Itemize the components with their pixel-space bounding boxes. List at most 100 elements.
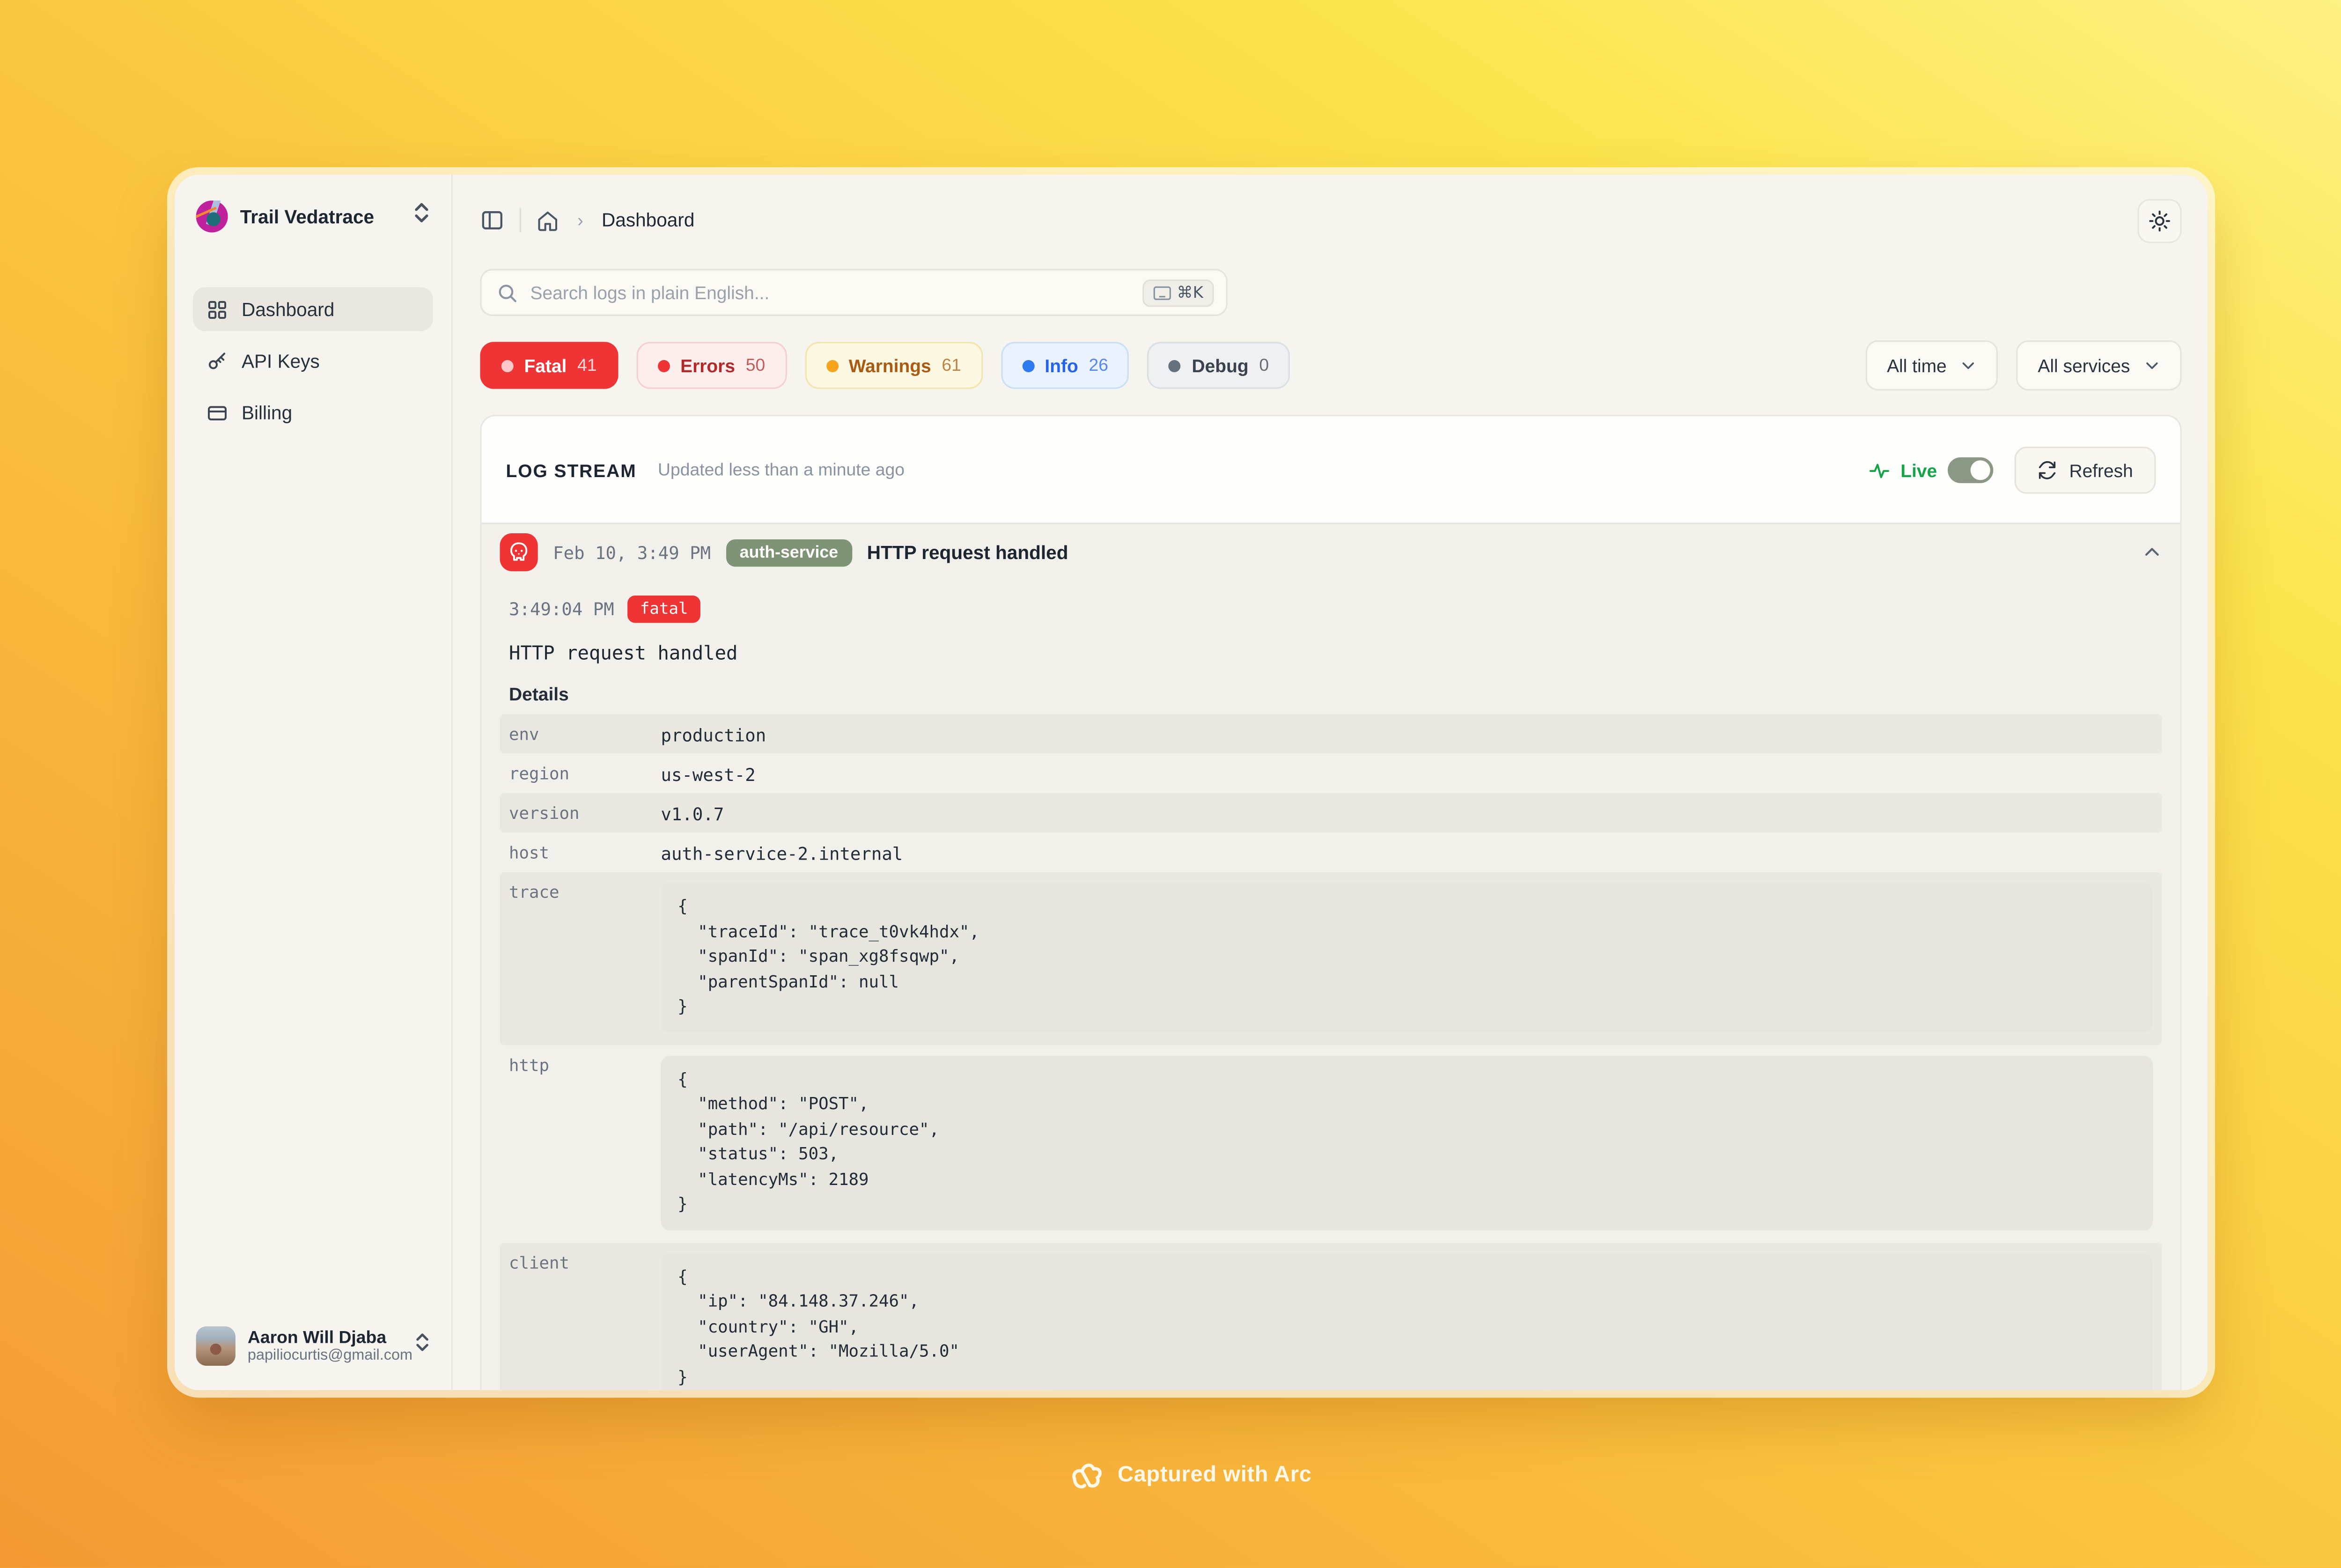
time-range-select[interactable]: All time <box>1866 340 1998 390</box>
filter-fatal[interactable]: Fatal 41 <box>480 342 618 389</box>
live-label: Live <box>1900 460 1937 481</box>
services-select[interactable]: All services <box>2017 340 2182 390</box>
info-dot-icon <box>1022 359 1034 371</box>
filter-label: Info <box>1045 355 1078 376</box>
detail-row-region: region us-west-2 <box>500 753 2162 793</box>
search-input[interactable] <box>530 282 1129 303</box>
sidebar-item-label: Billing <box>242 402 292 423</box>
detail-message: HTTP request handled <box>500 623 2162 664</box>
fatal-skull-icon <box>500 533 538 571</box>
detail-key: region <box>509 761 661 786</box>
credit-card-icon <box>206 402 228 423</box>
refresh-button[interactable]: Refresh <box>2015 447 2156 494</box>
log-stream-card: LOG STREAM Updated less than a minute ag… <box>480 415 2181 1390</box>
workspace-logo <box>196 200 228 232</box>
live-toggle-group: Live <box>1869 457 1993 483</box>
sidebar: Trail Vedatrace Dashboard <box>175 175 453 1390</box>
topbar-divider <box>520 208 521 233</box>
log-entry-row[interactable]: Feb 10, 3:49 PM auth-service HTTP reques… <box>482 523 2180 580</box>
errors-dot-icon <box>657 359 670 371</box>
capture-watermark: Captured with Arc <box>1070 1460 1311 1490</box>
detail-value: v1.0.7 <box>661 801 724 825</box>
http-json-block: { "method": "POST", "path": "/api/resour… <box>661 1055 2153 1230</box>
details-table: env production region us-west-2 version … <box>500 714 2162 1390</box>
shortcut-label: ⌘K <box>1177 283 1203 302</box>
app-window: Trail Vedatrace Dashboard <box>175 175 2208 1390</box>
level-badge: fatal <box>628 596 700 623</box>
topbar: › Dashboard <box>480 198 2181 243</box>
filter-count: 0 <box>1259 356 1269 375</box>
sidebar-item-billing[interactable]: Billing <box>193 390 433 434</box>
filter-info[interactable]: Info 26 <box>1001 342 1129 389</box>
theme-toggle-button[interactable] <box>2138 198 2182 242</box>
entry-message: HTTP request handled <box>867 542 1068 563</box>
detail-time: 3:49:04 PM <box>509 598 614 619</box>
sidebar-item-label: Dashboard <box>242 299 334 320</box>
user-chevrons-icon <box>415 1332 430 1360</box>
entry-timestamp: Feb 10, 3:49 PM <box>553 542 711 563</box>
toggle-knob <box>1971 460 1990 480</box>
log-entry-details: 3:49:04 PM fatal HTTP request handled De… <box>482 581 2180 1391</box>
key-icon <box>206 350 228 371</box>
refresh-label: Refresh <box>2069 460 2133 481</box>
detail-meta-row: 3:49:04 PM fatal <box>500 589 2162 623</box>
service-badge: auth-service <box>726 538 852 566</box>
filter-selects: All time All services <box>1866 340 2182 390</box>
filter-debug[interactable]: Debug 0 <box>1148 342 1290 389</box>
detail-row-version: version v1.0.7 <box>500 793 2162 832</box>
filter-label: Warnings <box>849 355 931 376</box>
watermark-label: Captured with Arc <box>1118 1463 1311 1487</box>
live-toggle[interactable] <box>1948 457 1993 483</box>
search-box[interactable]: ⌘K <box>480 269 1227 316</box>
detail-key: host <box>509 840 661 864</box>
sidebar-toggle-button[interactable] <box>480 208 504 233</box>
breadcrumb-separator: › <box>577 210 583 231</box>
sidebar-item-label: API Keys <box>242 350 320 371</box>
search-row: ⌘K <box>480 269 2181 316</box>
breadcrumb: Dashboard <box>602 210 694 231</box>
fatal-dot-icon <box>501 359 514 371</box>
detail-row-client: client { "ip": "84.148.37.246", "country… <box>500 1242 2162 1390</box>
sidebar-item-api-keys[interactable]: API Keys <box>193 339 433 383</box>
workspace-chevrons-icon <box>413 202 430 231</box>
trace-json-block: { "traceId": "trace_t0vk4hdx", "spanId":… <box>661 883 2153 1032</box>
detail-row-trace: trace { "traceId": "trace_t0vk4hdx", "sp… <box>500 872 2162 1045</box>
detail-value: production <box>661 721 766 746</box>
filter-count: 50 <box>746 356 766 375</box>
refresh-icon <box>2037 460 2057 480</box>
collapse-chevron-icon[interactable] <box>2142 542 2162 562</box>
log-stream-updated: Updated less than a minute ago <box>658 461 905 479</box>
filter-count: 26 <box>1089 356 1109 375</box>
severity-filters: Fatal 41 Errors 50 Warnings 61 <box>480 342 1290 389</box>
filter-errors[interactable]: Errors 50 <box>636 342 787 389</box>
filter-warnings[interactable]: Warnings 61 <box>805 342 983 389</box>
dashboard-grid-icon <box>206 299 228 320</box>
filter-label: Errors <box>680 355 735 376</box>
debug-dot-icon <box>1169 359 1181 371</box>
search-shortcut: ⌘K <box>1142 279 1214 306</box>
detail-key: http <box>509 1052 661 1075</box>
sun-icon <box>2148 209 2171 232</box>
sidebar-nav: Dashboard API Keys Billing <box>193 287 433 434</box>
services-value: All services <box>2038 355 2130 376</box>
user-menu[interactable]: Aaron Will Djaba papiliocurtis@gmail.com <box>193 1323 433 1369</box>
home-icon[interactable] <box>536 209 559 232</box>
detail-value: us-west-2 <box>661 761 756 786</box>
detail-key: trace <box>509 880 661 903</box>
chevron-down-icon <box>1960 357 1977 374</box>
user-avatar <box>196 1326 236 1366</box>
arc-logo-icon <box>1070 1460 1104 1490</box>
filter-label: Debug <box>1192 355 1249 376</box>
detail-row-env: env production <box>500 714 2162 753</box>
user-email: papiliocurtis@gmail.com <box>248 1347 403 1364</box>
activity-pulse-icon <box>1869 460 1890 481</box>
log-stream-title: LOG STREAM <box>506 460 637 481</box>
keyboard-icon <box>1153 285 1171 300</box>
workspace-switcher[interactable]: Trail Vedatrace <box>193 198 433 236</box>
sidebar-item-dashboard[interactable]: Dashboard <box>193 287 433 331</box>
detail-row-http: http { "method": "POST", "path": "/api/r… <box>500 1045 2162 1242</box>
search-icon <box>497 282 518 303</box>
client-json-block: { "ip": "84.148.37.246", "country": "GH"… <box>661 1252 2153 1390</box>
detail-value: auth-service-2.internal <box>661 840 903 864</box>
chevron-down-icon <box>2144 357 2161 374</box>
